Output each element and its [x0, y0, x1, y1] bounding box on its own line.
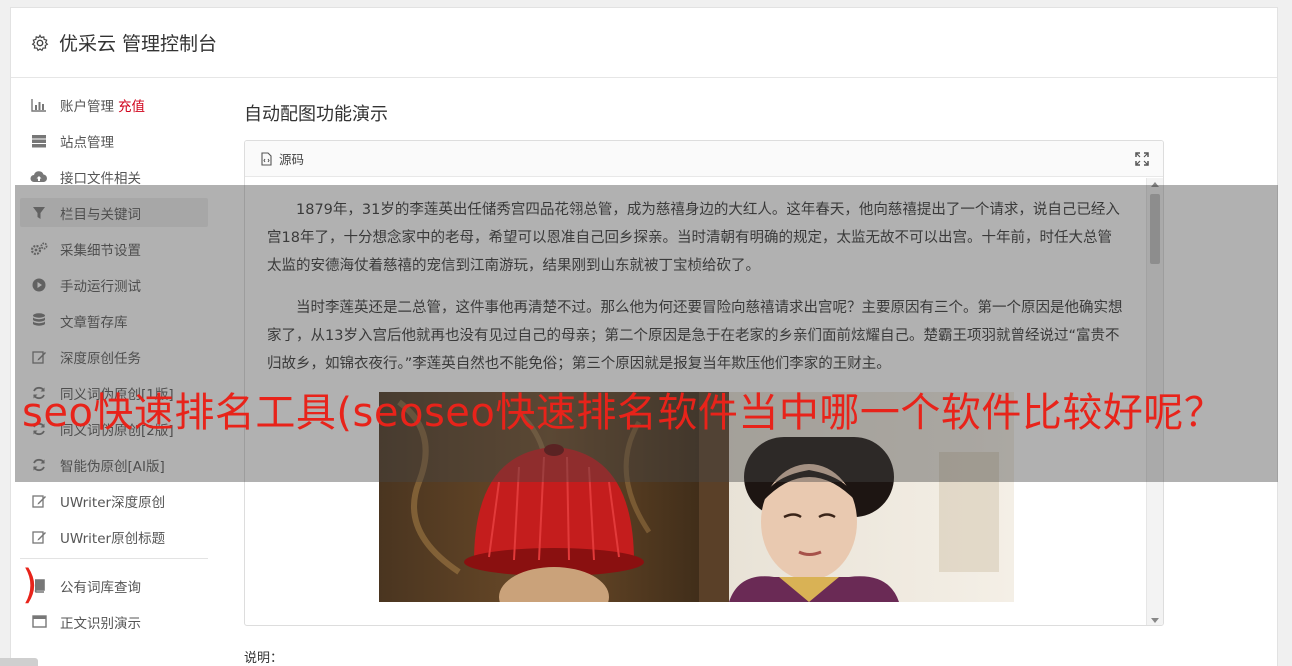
- main-content: 自动配图功能演示 源码 1879年，31岁的李莲英出任储秀宫四品花翎总管，成为慈…: [244, 100, 1164, 626]
- sidebar-divider: [20, 558, 208, 559]
- fullscreen-icon[interactable]: [1135, 152, 1149, 166]
- sidebar-item-label: 站点管理: [60, 134, 114, 151]
- cloud-upload-icon: [30, 168, 48, 186]
- sidebar-item-public-lexicon[interactable]: 公有词库查询: [20, 571, 208, 600]
- window-icon: [30, 613, 48, 631]
- gear-icon: [31, 33, 49, 51]
- sidebar-item-label: 接口文件相关: [60, 170, 141, 187]
- edit-icon: [30, 492, 48, 510]
- overlay-headline-tail: ): [22, 562, 38, 608]
- sidebar-item-uwriter-title[interactable]: UWriter原创标题: [20, 522, 208, 551]
- page-header: 优采云 管理控制台: [11, 8, 1277, 78]
- editor-toolbar: 源码: [245, 141, 1163, 177]
- bottom-edge-tab: [0, 658, 38, 666]
- sidebar-item-label: 账户管理: [60, 98, 114, 115]
- sidebar-item-account[interactable]: 账户管理 充值: [20, 90, 208, 119]
- sidebar-item-sites[interactable]: 站点管理: [20, 126, 208, 155]
- overlay-headline: seo快速排名工具(seoseo快速排名软件当中哪一个软件比较好呢？: [22, 390, 1225, 436]
- scroll-down-icon[interactable]: [1151, 618, 1159, 623]
- server-icon: [30, 132, 48, 150]
- source-code-icon: [261, 151, 272, 166]
- content-title: 自动配图功能演示: [244, 104, 388, 125]
- description-label: 说明：: [244, 651, 284, 666]
- sidebar-item-uwriter-deep[interactable]: UWriter深度原创: [20, 486, 208, 515]
- edit-icon: [30, 528, 48, 546]
- source-code-label: 源码: [279, 152, 305, 167]
- sidebar-item-text-recognition[interactable]: 正文识别演示: [20, 607, 208, 636]
- sidebar-item-label: UWriter深度原创: [60, 494, 166, 511]
- source-code-button[interactable]: 源码: [259, 149, 304, 168]
- sidebar-item-label: 公有词库查询: [60, 579, 141, 596]
- sidebar-item-label: UWriter原创标题: [60, 530, 166, 547]
- bar-chart-icon: [30, 96, 48, 114]
- page-title: 优采云 管理控制台: [59, 33, 218, 55]
- recharge-link[interactable]: 充值: [118, 95, 145, 115]
- sidebar-item-label: 正文识别演示: [60, 615, 141, 632]
